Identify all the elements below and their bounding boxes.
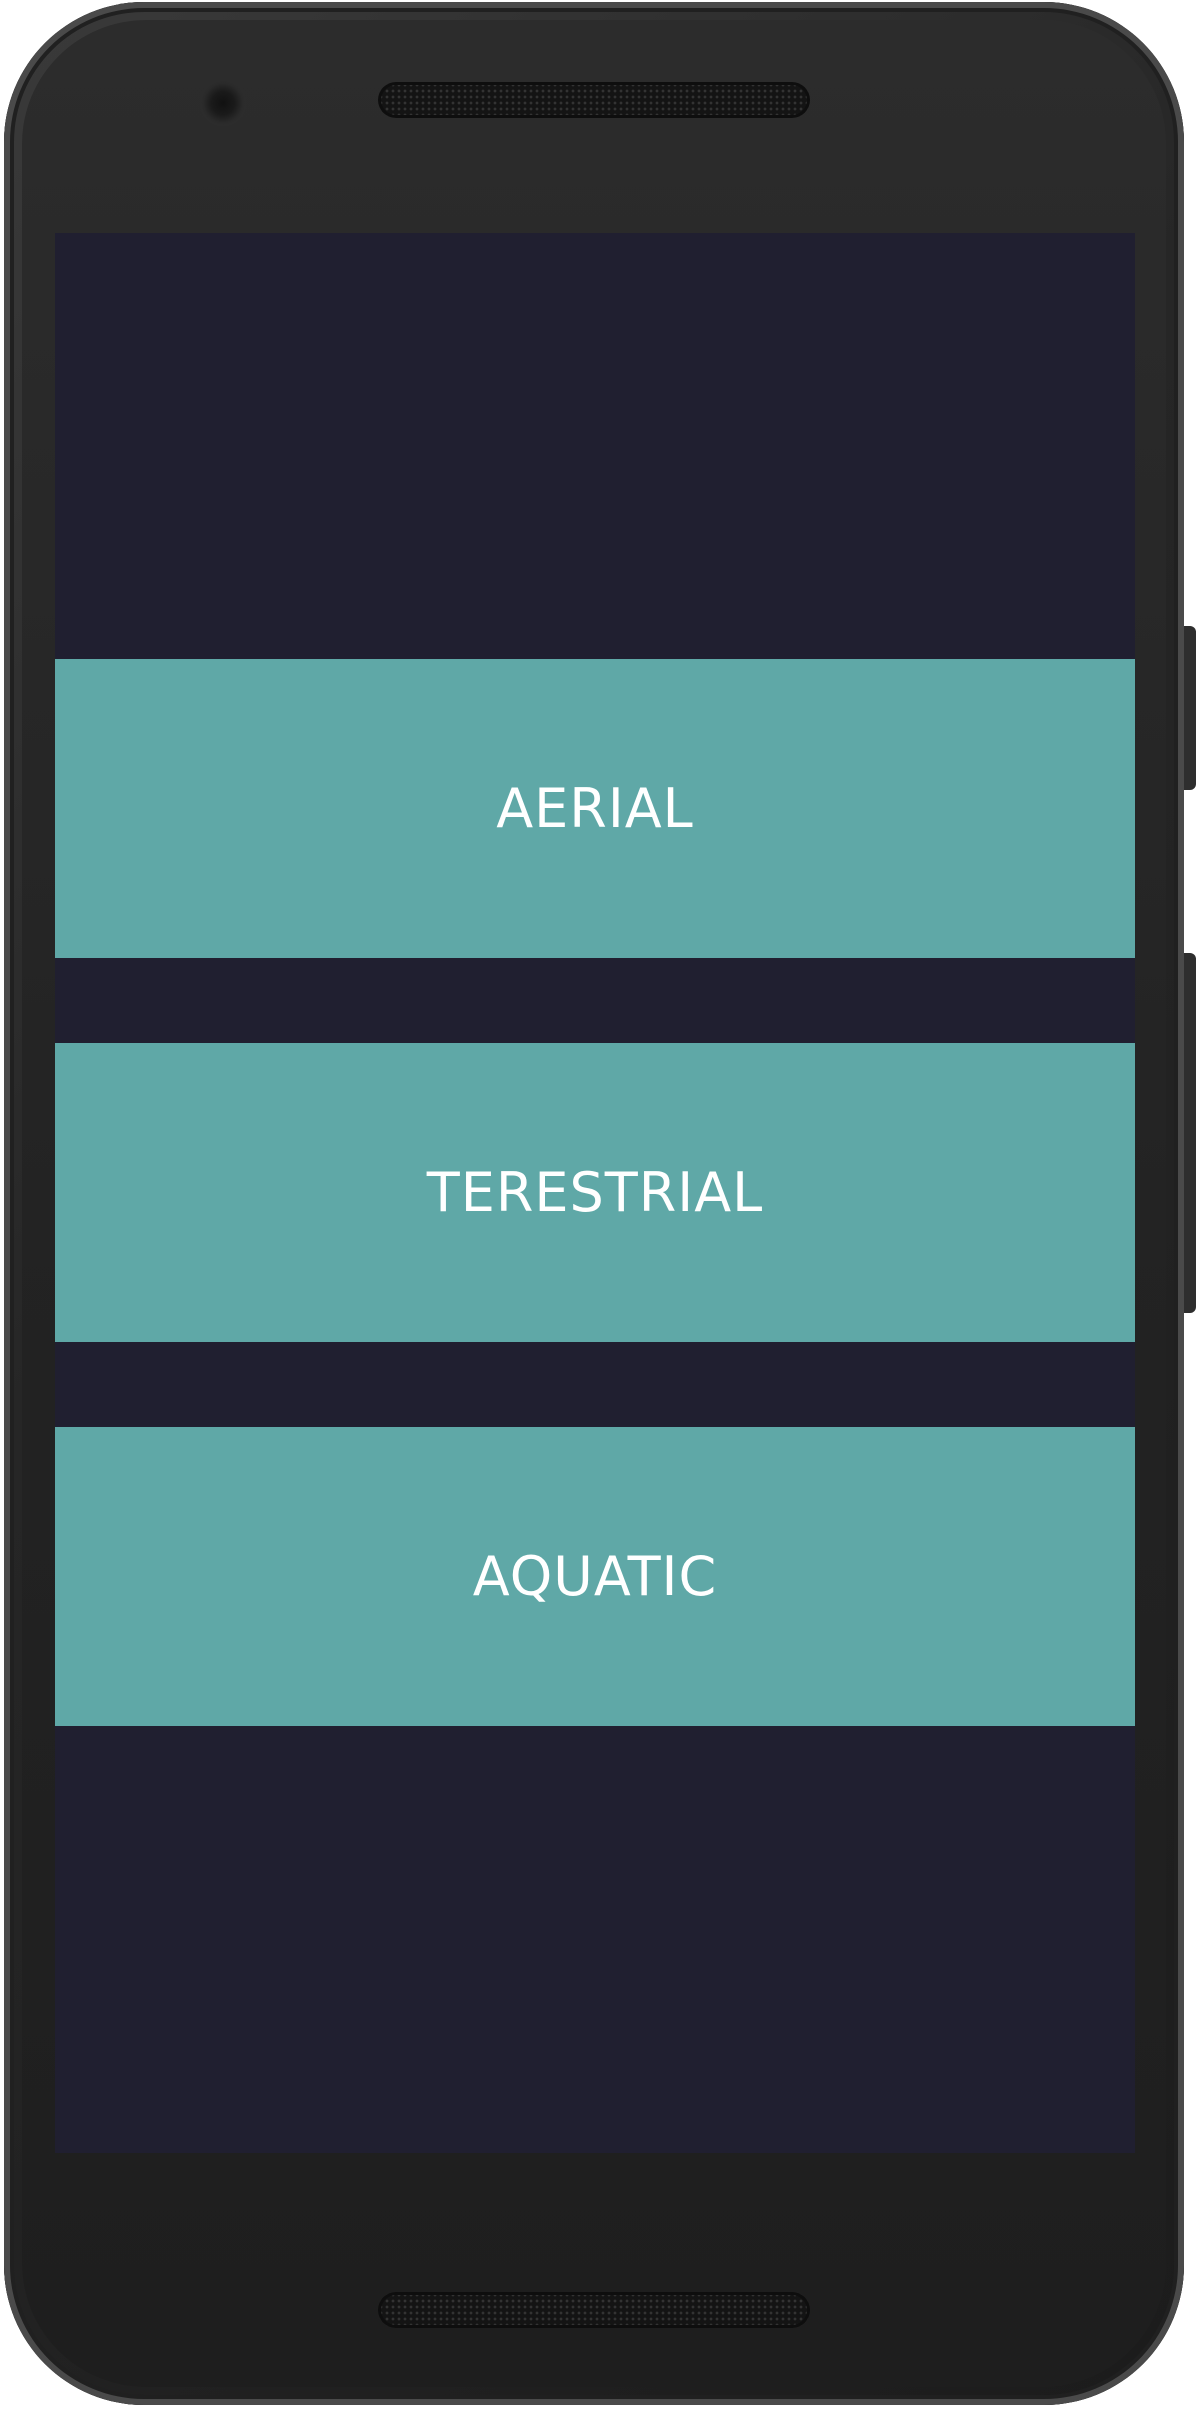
aerial-button[interactable]: AERIAL: [55, 659, 1135, 958]
app-screen: AERIAL TERESTRIAL AQUATIC: [55, 233, 1135, 2153]
front-camera-icon: [200, 80, 246, 126]
power-button: [1184, 626, 1196, 790]
aquatic-button[interactable]: AQUATIC: [55, 1427, 1135, 1726]
terestrial-button-label: TERESTRIAL: [426, 1161, 764, 1224]
aquatic-button-label: AQUATIC: [472, 1545, 718, 1608]
bottom-speaker-grille: [378, 2292, 810, 2328]
terestrial-button[interactable]: TERESTRIAL: [55, 1043, 1135, 1342]
aerial-button-label: AERIAL: [496, 777, 694, 840]
volume-rocker: [1184, 953, 1196, 1313]
top-speaker-grille: [378, 82, 810, 118]
